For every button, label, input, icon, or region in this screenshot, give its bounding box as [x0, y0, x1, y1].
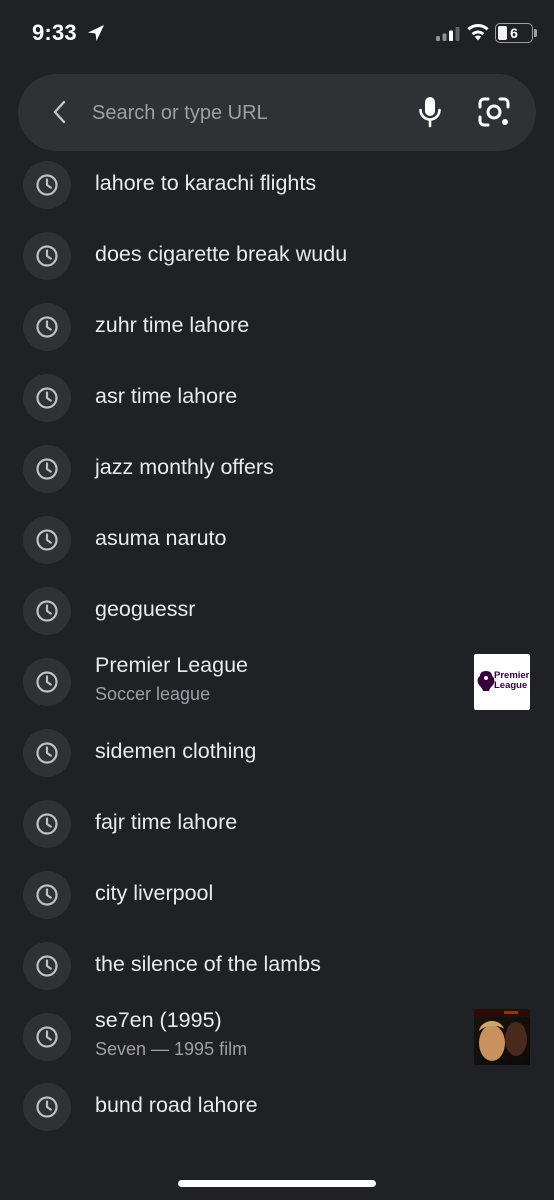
suggestion-title: sidemen clothing: [95, 739, 257, 763]
suggestion-title: asr time lahore: [95, 384, 238, 408]
suggestion-row[interactable]: city liverpool: [0, 860, 554, 931]
suggestion-title: se7en (1995): [95, 1008, 222, 1032]
lens-search-button[interactable]: [473, 92, 515, 132]
suggestion-title: asuma naruto: [95, 526, 227, 550]
suggestion-title: does cigarette break wudu: [95, 242, 348, 266]
battery-icon: 6: [495, 23, 533, 43]
suggestion-row[interactable]: asr time lahore: [0, 363, 554, 434]
wifi-icon: [467, 23, 489, 41]
history-clock-icon: [23, 871, 71, 919]
battery-level: 6: [510, 25, 518, 41]
suggestion-row[interactable]: jazz monthly offers: [0, 434, 554, 505]
search-input[interactable]: [92, 96, 392, 130]
suggestion-subtitle: Soccer league: [95, 684, 211, 704]
history-clock-icon: [23, 1083, 71, 1131]
suggestion-row[interactable]: zuhr time lahore: [0, 292, 554, 363]
history-clock-icon: [23, 658, 71, 706]
suggestion-title: Premier League: [95, 653, 248, 677]
suggestion-title: fajr time lahore: [95, 810, 238, 834]
suggestion-row[interactable]: geoguessr: [0, 576, 554, 647]
suggestion-row[interactable]: lahore to karachi flights: [0, 150, 554, 221]
suggestion-title: zuhr time lahore: [95, 313, 250, 337]
suggestion-row[interactable]: Premier League Soccer league Premier Leagu…: [0, 647, 554, 718]
suggestion-title: city liverpool: [95, 881, 214, 905]
history-clock-icon: [23, 800, 71, 848]
suggestion-row[interactable]: does cigarette break wudu: [0, 221, 554, 292]
suggestion-subtitle: Seven — 1995 film: [95, 1039, 248, 1059]
history-clock-icon: [23, 729, 71, 777]
history-clock-icon: [23, 942, 71, 990]
movie-poster-thumbnail: [474, 1009, 530, 1065]
back-chevron-icon: [53, 100, 66, 124]
suggestion-row[interactable]: sidemen clothing: [0, 718, 554, 789]
status-time: 9:33: [32, 20, 77, 45]
history-clock-icon: [23, 374, 71, 422]
history-clock-icon: [23, 232, 71, 280]
suggestion-title: bund road lahore: [95, 1093, 258, 1117]
suggestion-title: geoguessr: [95, 597, 196, 621]
voice-search-button[interactable]: [410, 92, 450, 132]
back-button[interactable]: [40, 92, 80, 132]
history-clock-icon: [23, 161, 71, 209]
microphone-icon: [419, 97, 441, 128]
suggestion-title: jazz monthly offers: [95, 455, 274, 479]
history-clock-icon: [23, 445, 71, 493]
history-clock-icon: [23, 516, 71, 564]
status-bar: 9:33 6: [0, 0, 554, 70]
signal-icon: [436, 27, 460, 41]
suggestion-row[interactable]: fajr time lahore: [0, 789, 554, 860]
suggestion-row[interactable]: the silence of the lambs: [0, 931, 554, 1002]
suggestion-title: lahore to karachi flights: [95, 171, 317, 195]
lens-camera-icon: [478, 97, 510, 127]
suggestion-row[interactable]: bund road lahore: [0, 1072, 554, 1143]
history-clock-icon: [23, 587, 71, 635]
omnibox[interactable]: [18, 74, 536, 151]
premier-league-logo-text: Premier League: [494, 670, 530, 691]
suggestion-row[interactable]: se7en (1995) Seven — 1995 film: [0, 1002, 554, 1073]
browser-screen: 9:33 6 Search or type URL lahore to kara…: [0, 0, 554, 1200]
history-clock-icon: [23, 1013, 71, 1061]
history-clock-icon: [23, 303, 71, 351]
premier-league-logo: Premier League: [474, 654, 530, 710]
home-indicator[interactable]: [178, 1180, 376, 1187]
location-arrow-icon: [88, 25, 104, 41]
suggestion-row[interactable]: asuma naruto: [0, 505, 554, 576]
suggestion-title: the silence of the lambs: [95, 952, 321, 976]
